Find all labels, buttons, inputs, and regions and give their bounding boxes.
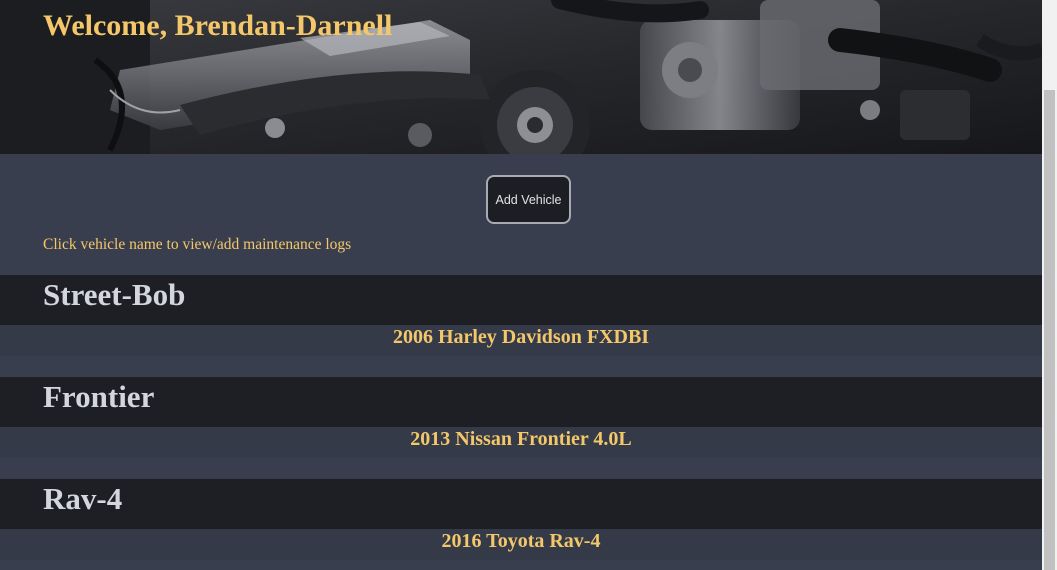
vehicle-name-link[interactable]: Street-Bob (0, 275, 1042, 325)
add-vehicle-button[interactable]: Add Vehicle (486, 175, 571, 224)
spacer (0, 560, 1042, 570)
vehicle-description: 2016 Toyota Rav-4 (0, 529, 1042, 560)
spacer (0, 458, 1042, 479)
vehicle-name-link[interactable]: Rav-4 (0, 479, 1042, 529)
welcome-heading: Welcome, Brendan-Darnell (43, 9, 393, 42)
spacer (0, 356, 1042, 377)
instructions-text: Click vehicle name to view/add maintenan… (43, 236, 352, 253)
controls-section: Add Vehicle Click vehicle name to view/a… (0, 154, 1042, 275)
vehicle-card: Street-Bob 2006 Harley Davidson FXDBI (0, 275, 1042, 377)
vehicle-card: Rav-4 2016 Toyota Rav-4 (0, 479, 1042, 570)
page: Welcome, Brendan-Darnell Add Vehicle Cli… (0, 0, 1042, 570)
scrollbar-thumb[interactable] (1044, 90, 1055, 570)
vehicle-description: 2013 Nissan Frontier 4.0L (0, 427, 1042, 458)
vehicle-list: Street-Bob 2006 Harley Davidson FXDBI Fr… (0, 275, 1042, 570)
vehicle-name-link[interactable]: Frontier (0, 377, 1042, 427)
vehicle-description: 2006 Harley Davidson FXDBI (0, 325, 1042, 356)
vehicle-card: Frontier 2013 Nissan Frontier 4.0L (0, 377, 1042, 479)
hero-banner: Welcome, Brendan-Darnell (0, 0, 1042, 154)
page-scrollbar[interactable] (1042, 0, 1057, 570)
